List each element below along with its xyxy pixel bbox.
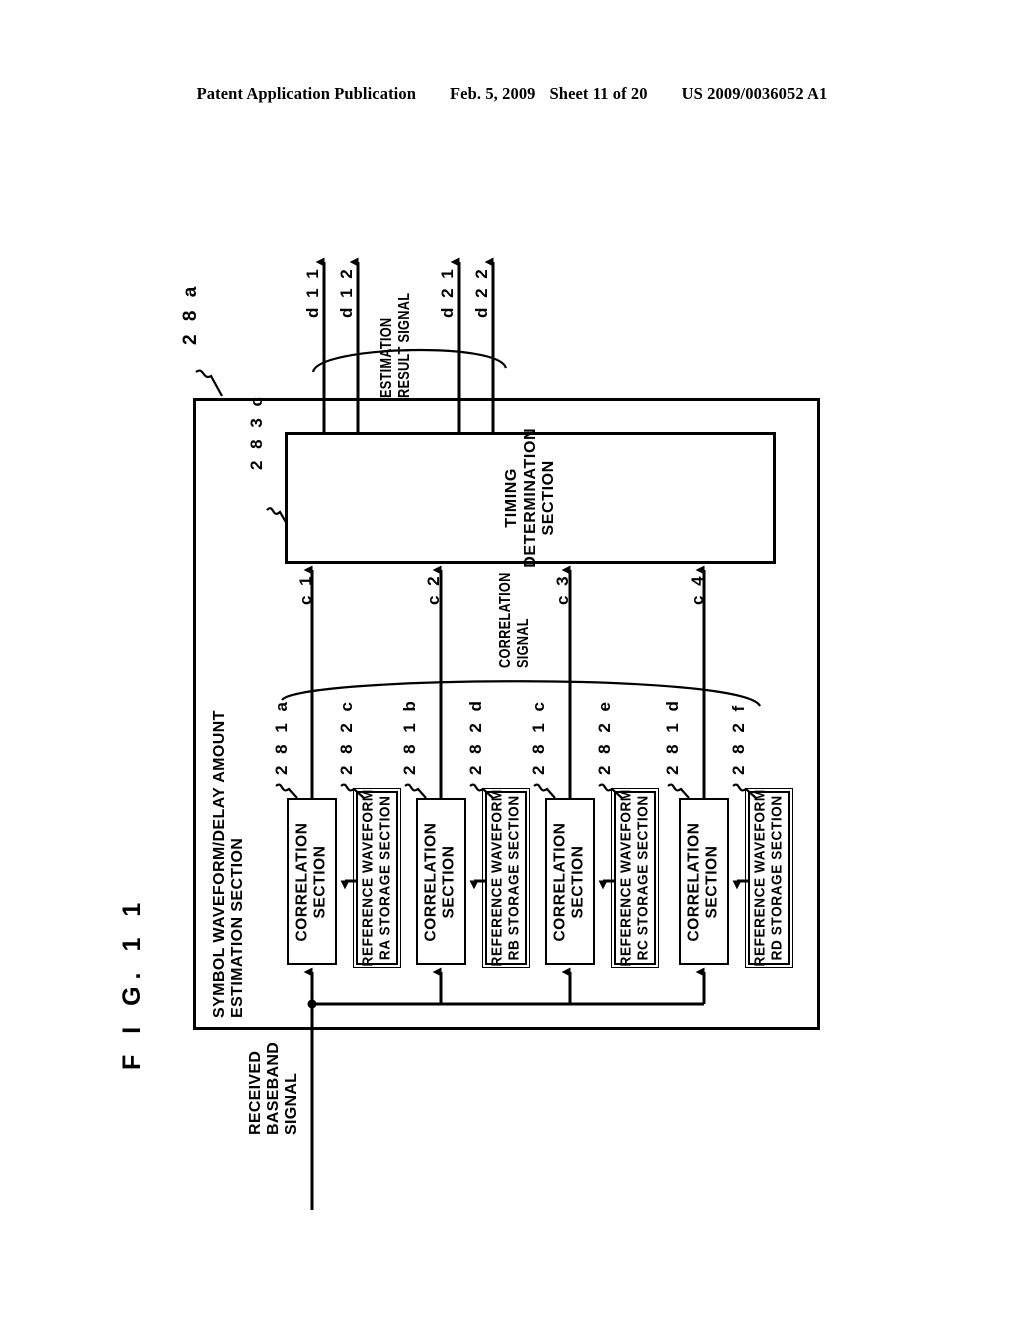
correlation-section-281c-label: CORRELATION SECTION (547, 800, 593, 963)
reference-number-281b: 2 8 1 b (400, 697, 419, 775)
corr-281d-line1: CORRELATION (686, 821, 704, 942)
corr-281c-line2: SECTION (570, 844, 587, 919)
correlation-section-281d-label: CORRELATION SECTION (681, 800, 727, 963)
reference-number-281a: 2 8 1 a (272, 698, 291, 776)
reference-number-282c: 2 8 2 c (337, 698, 356, 776)
corr-281b-line2: SECTION (441, 844, 458, 919)
timing-title-line1: TIMING (502, 468, 520, 528)
timing-determination-section-label: TIMING DETERMINATION SECTION (288, 428, 773, 568)
figure-label: F I G. 1 1 (118, 895, 146, 1070)
reference-waveform-rd-storage-box: REFERENCE WAVEFORM RD STORAGE SECTION (745, 788, 793, 968)
reference-waveform-ra-storage-box: REFERENCE WAVEFORM RA STORAGE SECTION (353, 788, 401, 968)
ref-282f-line2: RD STORAGE SECTION (769, 795, 786, 961)
reference-waveform-rc-label: REFERENCE WAVEFORM RC STORAGE SECTION (616, 789, 654, 966)
correlation-signal-c3-label: c 3 (553, 573, 572, 605)
correlation-section-281a-label: CORRELATION SECTION (289, 800, 335, 963)
output-signal-d21-label: d 2 1 (438, 266, 457, 318)
outer-box-reference-number: 2 8 a (180, 282, 201, 345)
estimation-result-line2: RESULT SIGNAL (395, 292, 413, 398)
correlation-signal-c2-label: c 2 (424, 573, 443, 605)
reference-number-281d: 2 8 1 d (663, 697, 682, 775)
reference-waveform-rb-label: REFERENCE WAVEFORM RB STORAGE SECTION (487, 789, 525, 966)
reference-number-282d: 2 8 2 d (466, 697, 485, 775)
corr-281a-line2: SECTION (312, 844, 329, 919)
correlation-signal-line2: SIGNAL (514, 618, 532, 668)
output-signal-d11-label: d 1 1 (303, 266, 322, 318)
page-header: Patent Application Publication Feb. 5, 2… (0, 84, 1024, 104)
corr-281d-line2: SECTION (704, 844, 721, 919)
reference-waveform-rb-storage-box: REFERENCE WAVEFORM RB STORAGE SECTION (482, 788, 530, 968)
correlation-signal-label: CORRELATION SIGNAL (497, 572, 533, 668)
timing-title-line2: DETERMINATION (521, 428, 539, 568)
received-baseband-line3: SIGNAL (282, 1072, 300, 1135)
correlation-section-281b-label: CORRELATION SECTION (418, 800, 464, 963)
received-baseband-line2: BASEBAND (264, 1041, 282, 1135)
outer-box-title-line2: ESTIMATION SECTION (228, 837, 246, 1018)
ref-282e-line2: RC STORAGE SECTION (635, 795, 652, 961)
reference-number-281c: 2 8 1 c (529, 698, 548, 776)
correlation-section-281a-box: CORRELATION SECTION (287, 798, 337, 965)
correlation-signal-c4-label: c 4 (688, 573, 707, 605)
outer-box-title-line1: SYMBOL WAVEFORM/DELAY AMOUNT (211, 710, 228, 1018)
timing-title-line3: SECTION (539, 460, 557, 536)
correlation-signal-line1: CORRELATION (497, 572, 514, 668)
correlation-section-281c-box: CORRELATION SECTION (545, 798, 595, 965)
ref-282d-line1: REFERENCE WAVEFORM (489, 789, 506, 967)
publication-label: Patent Application Publication (196, 84, 416, 103)
reference-number-282e: 2 8 2 e (595, 698, 614, 776)
ref-282c-line1: REFERENCE WAVEFORM (360, 789, 377, 967)
ref-282f-line1: REFERENCE WAVEFORM (752, 789, 769, 967)
outer-box-title: SYMBOL WAVEFORM/DELAY AMOUNT ESTIMATION … (211, 710, 247, 1018)
reference-number-282f: 2 8 2 f (729, 702, 748, 775)
ref-282c-line2: RA STORAGE SECTION (377, 795, 394, 961)
corr-281b-line1: CORRELATION (423, 821, 441, 942)
correlation-signal-c1-label: c 1 (296, 573, 315, 605)
ref-282d-line2: RB STORAGE SECTION (506, 795, 523, 961)
reference-waveform-ra-label: REFERENCE WAVEFORM RA STORAGE SECTION (358, 789, 396, 966)
leader-28a (195, 369, 223, 397)
received-baseband-line1: RECEIVED (247, 1050, 264, 1135)
publication-date: Feb. 5, 2009 (449, 84, 536, 103)
timing-box-reference-number: 2 8 3 c (247, 393, 266, 471)
output-signal-d12-label: d 1 2 (337, 266, 356, 318)
corr-281a-line1: CORRELATION (294, 821, 312, 942)
corr-281c-line1: CORRELATION (552, 821, 570, 942)
estimation-result-line1: ESTIMATION (378, 317, 395, 398)
reference-waveform-rd-label: REFERENCE WAVEFORM RD STORAGE SECTION (750, 789, 788, 966)
reference-waveform-rc-storage-box: REFERENCE WAVEFORM RC STORAGE SECTION (611, 788, 659, 968)
correlation-section-281d-box: CORRELATION SECTION (679, 798, 729, 965)
patent-number: US 2009/0036052 A1 (681, 84, 828, 103)
received-baseband-signal-label: RECEIVED BASEBAND SIGNAL (247, 1042, 301, 1135)
output-signal-d22-label: d 2 2 (472, 266, 491, 318)
timing-determination-section-box: TIMING DETERMINATION SECTION (285, 428, 776, 568)
sheet-number: Sheet 11 of 20 (549, 84, 648, 103)
estimation-result-signal-label: ESTIMATION RESULT SIGNAL (378, 293, 414, 398)
ref-282e-line1: REFERENCE WAVEFORM (618, 789, 635, 967)
correlation-section-281b-box: CORRELATION SECTION (416, 798, 466, 965)
